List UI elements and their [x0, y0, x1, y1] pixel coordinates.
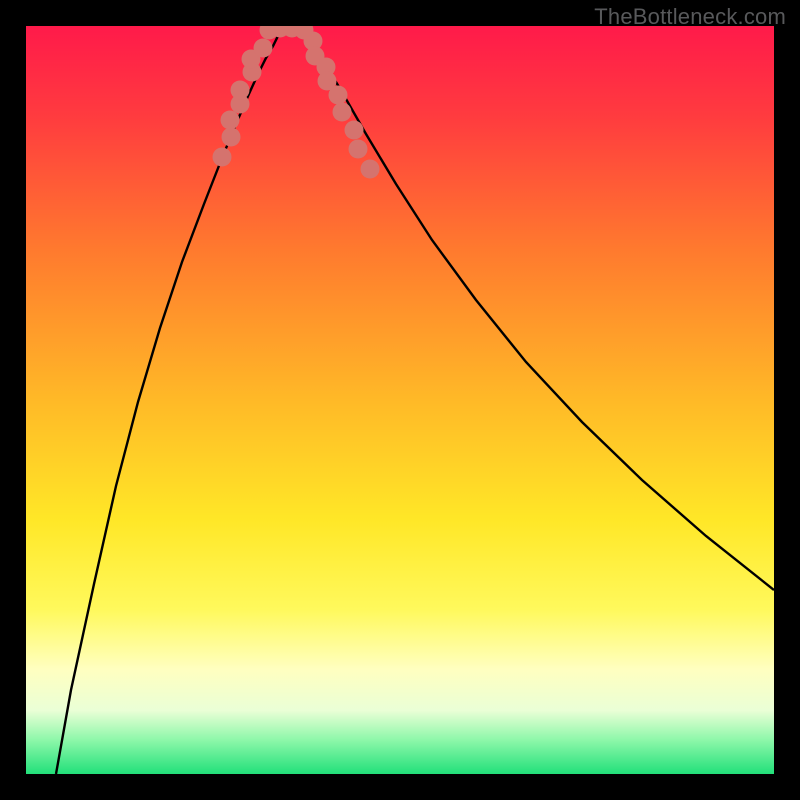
- data-dots: [213, 26, 380, 179]
- data-dot: [254, 39, 273, 58]
- data-dot: [221, 111, 240, 130]
- plot-area: [26, 26, 774, 774]
- data-dot: [361, 160, 380, 179]
- data-dot: [231, 81, 250, 100]
- bottleneck-curve: [56, 28, 774, 774]
- data-dot: [222, 128, 241, 147]
- data-dot: [345, 121, 364, 140]
- data-dot: [349, 140, 368, 159]
- data-dot: [333, 103, 352, 122]
- outer-frame: TheBottleneck.com: [0, 0, 800, 800]
- data-dot: [329, 86, 348, 105]
- curve-layer: [26, 26, 774, 774]
- data-dot: [213, 148, 232, 167]
